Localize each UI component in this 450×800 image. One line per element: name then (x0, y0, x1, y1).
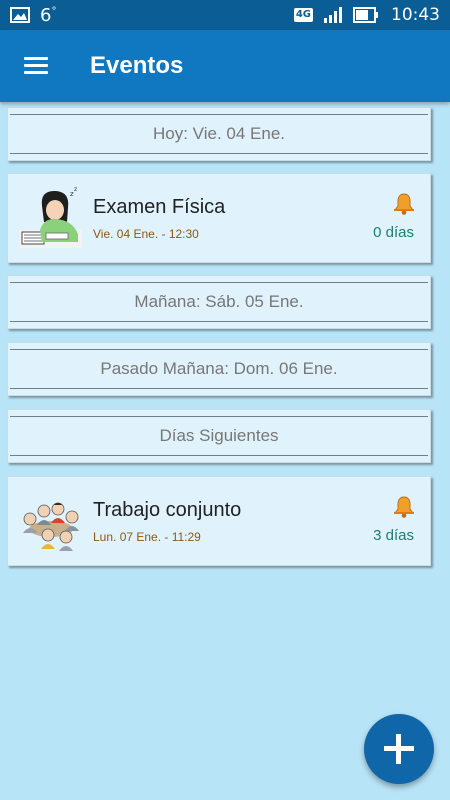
page-title: Eventos (90, 52, 184, 79)
section-header-following: Días Siguientes (7, 409, 431, 463)
add-event-button[interactable] (364, 714, 434, 784)
bell-icon[interactable] (392, 192, 416, 216)
clock: 10:43 (391, 5, 440, 25)
signal-icon (324, 7, 342, 23)
app-bar: Eventos (0, 30, 450, 102)
image-notification-icon (10, 7, 30, 23)
event-title: Examen Física (93, 196, 226, 218)
bell-icon[interactable] (392, 495, 416, 519)
plus-icon (384, 734, 414, 764)
hamburger-menu-icon (24, 57, 48, 75)
event-days-remaining: 3 días (373, 527, 414, 544)
section-header-day-after: Pasado Mañana: Dom. 06 Ene. (7, 342, 431, 396)
status-bar: 6° 4G 10:43 (0, 0, 450, 30)
studying-student-icon: z z (20, 186, 82, 248)
temperature: 6° (40, 4, 57, 26)
event-card[interactable]: z z Examen Física Vie. 04 Ene. - 12:30 0… (7, 173, 431, 263)
event-title: Trabajo conjunto (93, 499, 242, 521)
event-card[interactable]: Trabajo conjunto Lun. 07 Ene. - 11:29 3 … (7, 476, 431, 566)
event-datetime: Lun. 07 Ene. - 11:29 (93, 530, 201, 544)
event-days-remaining: 0 días (373, 224, 414, 241)
event-datetime: Vie. 04 Ene. - 12:30 (93, 227, 199, 241)
section-header-today: Hoy: Vie. 04 Ene. (7, 107, 431, 161)
menu-button[interactable] (0, 30, 72, 102)
battery-icon (353, 7, 378, 23)
network-type-icon: 4G (293, 8, 313, 22)
section-header-tomorrow: Mañana: Sáb. 05 Ene. (7, 275, 431, 329)
svg-text:z: z (74, 186, 77, 193)
group-work-icon (23, 502, 79, 551)
